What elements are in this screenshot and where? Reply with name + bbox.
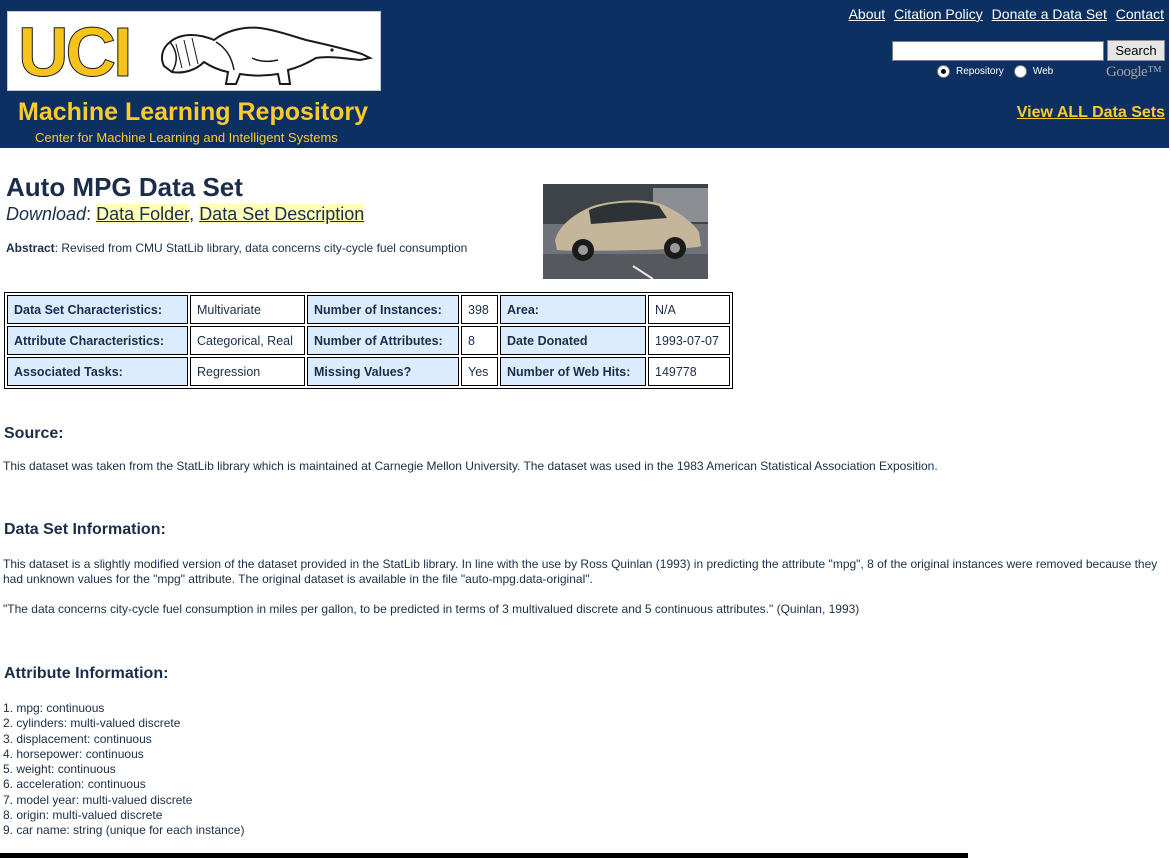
- list-item: 5. weight: continuous: [3, 762, 116, 777]
- logo-text: UCI: [18, 13, 134, 91]
- nav-contact-link[interactable]: Contact: [1116, 6, 1164, 22]
- download-comma: ,: [189, 204, 195, 224]
- table-row: Attribute Characteristics: Categorical, …: [7, 326, 730, 355]
- source-heading: Source:: [4, 425, 64, 442]
- download-links: Download: Data Folder, Data Set Descript…: [6, 204, 365, 225]
- dataset-info-quote: "The data concerns city-cycle fuel consu…: [3, 602, 860, 616]
- list-item: 4. horsepower: continuous: [3, 746, 144, 761]
- radio-repository[interactable]: [937, 65, 950, 78]
- abstract-label: Abstract: [6, 241, 55, 255]
- page-title: Auto MPG Data Set: [6, 172, 243, 202]
- dataset-info-heading: Data Set Information:: [4, 521, 166, 538]
- property-value: Multivariate: [190, 295, 305, 324]
- dataset-info-paragraph: This dataset is a slightly modified vers…: [3, 557, 1158, 586]
- property-value: Yes: [461, 357, 498, 386]
- property-value: Regression: [190, 357, 305, 386]
- abstract: Abstract: Revised from CMU StatLib libra…: [6, 241, 467, 255]
- property-label: Missing Values?: [307, 357, 459, 386]
- download-colon: :: [86, 204, 92, 224]
- property-label: Date Donated: [500, 326, 646, 355]
- top-nav: About Citation Policy Donate a Data Set …: [844, 6, 1164, 22]
- bottom-scrollbar[interactable]: [0, 853, 968, 858]
- property-label: Attribute Characteristics:: [7, 326, 188, 355]
- search-scope: Repository Web: [937, 65, 1053, 78]
- property-value: Categorical, Real: [190, 326, 305, 355]
- property-value: 398: [461, 295, 498, 324]
- list-item: 8. origin: multi-valued discrete: [3, 808, 163, 823]
- property-label: Area:: [500, 295, 646, 324]
- property-value: N/A: [648, 295, 730, 324]
- table-row: Associated Tasks: Regression Missing Val…: [7, 357, 730, 386]
- property-value: 1993-07-07: [648, 326, 730, 355]
- repository-subtitle: Center for Machine Learning and Intellig…: [35, 130, 338, 145]
- dataset-properties-table: Data Set Characteristics: Multivariate N…: [4, 292, 733, 389]
- property-label: Associated Tasks:: [7, 357, 188, 386]
- list-item: 3. displacement: continuous: [3, 731, 152, 746]
- property-value: 149778: [648, 357, 730, 386]
- nav-citation-policy-link[interactable]: Citation Policy: [894, 6, 983, 22]
- attribute-list: 1. mpg: continuous 2. cylinders: multi-v…: [3, 701, 244, 839]
- download-label: Download: [6, 204, 87, 224]
- site-header: UCI Machine Learning Repository Center f…: [0, 0, 1169, 148]
- list-item: 1. mpg: continuous: [3, 701, 105, 715]
- repository-title: Machine Learning Repository: [18, 98, 369, 126]
- table-row: Data Set Characteristics: Multivariate N…: [7, 295, 730, 324]
- car-photo: [543, 184, 708, 279]
- search-input[interactable]: [892, 41, 1104, 61]
- anteater-icon: [161, 26, 374, 85]
- nav-about-link[interactable]: About: [849, 6, 886, 22]
- property-label: Number of Attributes:: [307, 326, 459, 355]
- radio-repository-label: Repository: [956, 66, 1004, 77]
- list-item: 7. model year: multi-valued discrete: [3, 792, 193, 807]
- radio-web[interactable]: [1013, 65, 1027, 78]
- list-item: 6. acceleration: continuous: [3, 777, 146, 792]
- data-folder-link[interactable]: Data Folder: [96, 204, 190, 224]
- nav-donate-link[interactable]: Donate a Data Set: [992, 6, 1107, 22]
- list-item: 9. car name: string (unique for each ins…: [3, 823, 245, 838]
- uci-logo[interactable]: UCI: [7, 11, 381, 91]
- list-item: 2. cylinders: multi-valued discrete: [3, 716, 181, 731]
- view-all-datasets-link[interactable]: View ALL Data Sets: [1017, 104, 1165, 122]
- search-button[interactable]: Search: [1107, 40, 1165, 61]
- attribute-info-heading: Attribute Information:: [4, 665, 169, 682]
- data-set-description-link[interactable]: Data Set Description: [199, 204, 365, 224]
- property-label: Data Set Characteristics:: [7, 295, 188, 324]
- property-label: Number of Web Hits:: [500, 357, 646, 386]
- abstract-text: : Revised from CMU StatLib library, data…: [54, 241, 468, 255]
- property-value: 8: [461, 326, 498, 355]
- radio-web-label: Web: [1032, 66, 1054, 77]
- google-logo: Google™: [1106, 64, 1162, 80]
- property-label: Number of Instances:: [307, 295, 459, 324]
- source-text: This dataset was taken from the StatLib …: [3, 459, 938, 473]
